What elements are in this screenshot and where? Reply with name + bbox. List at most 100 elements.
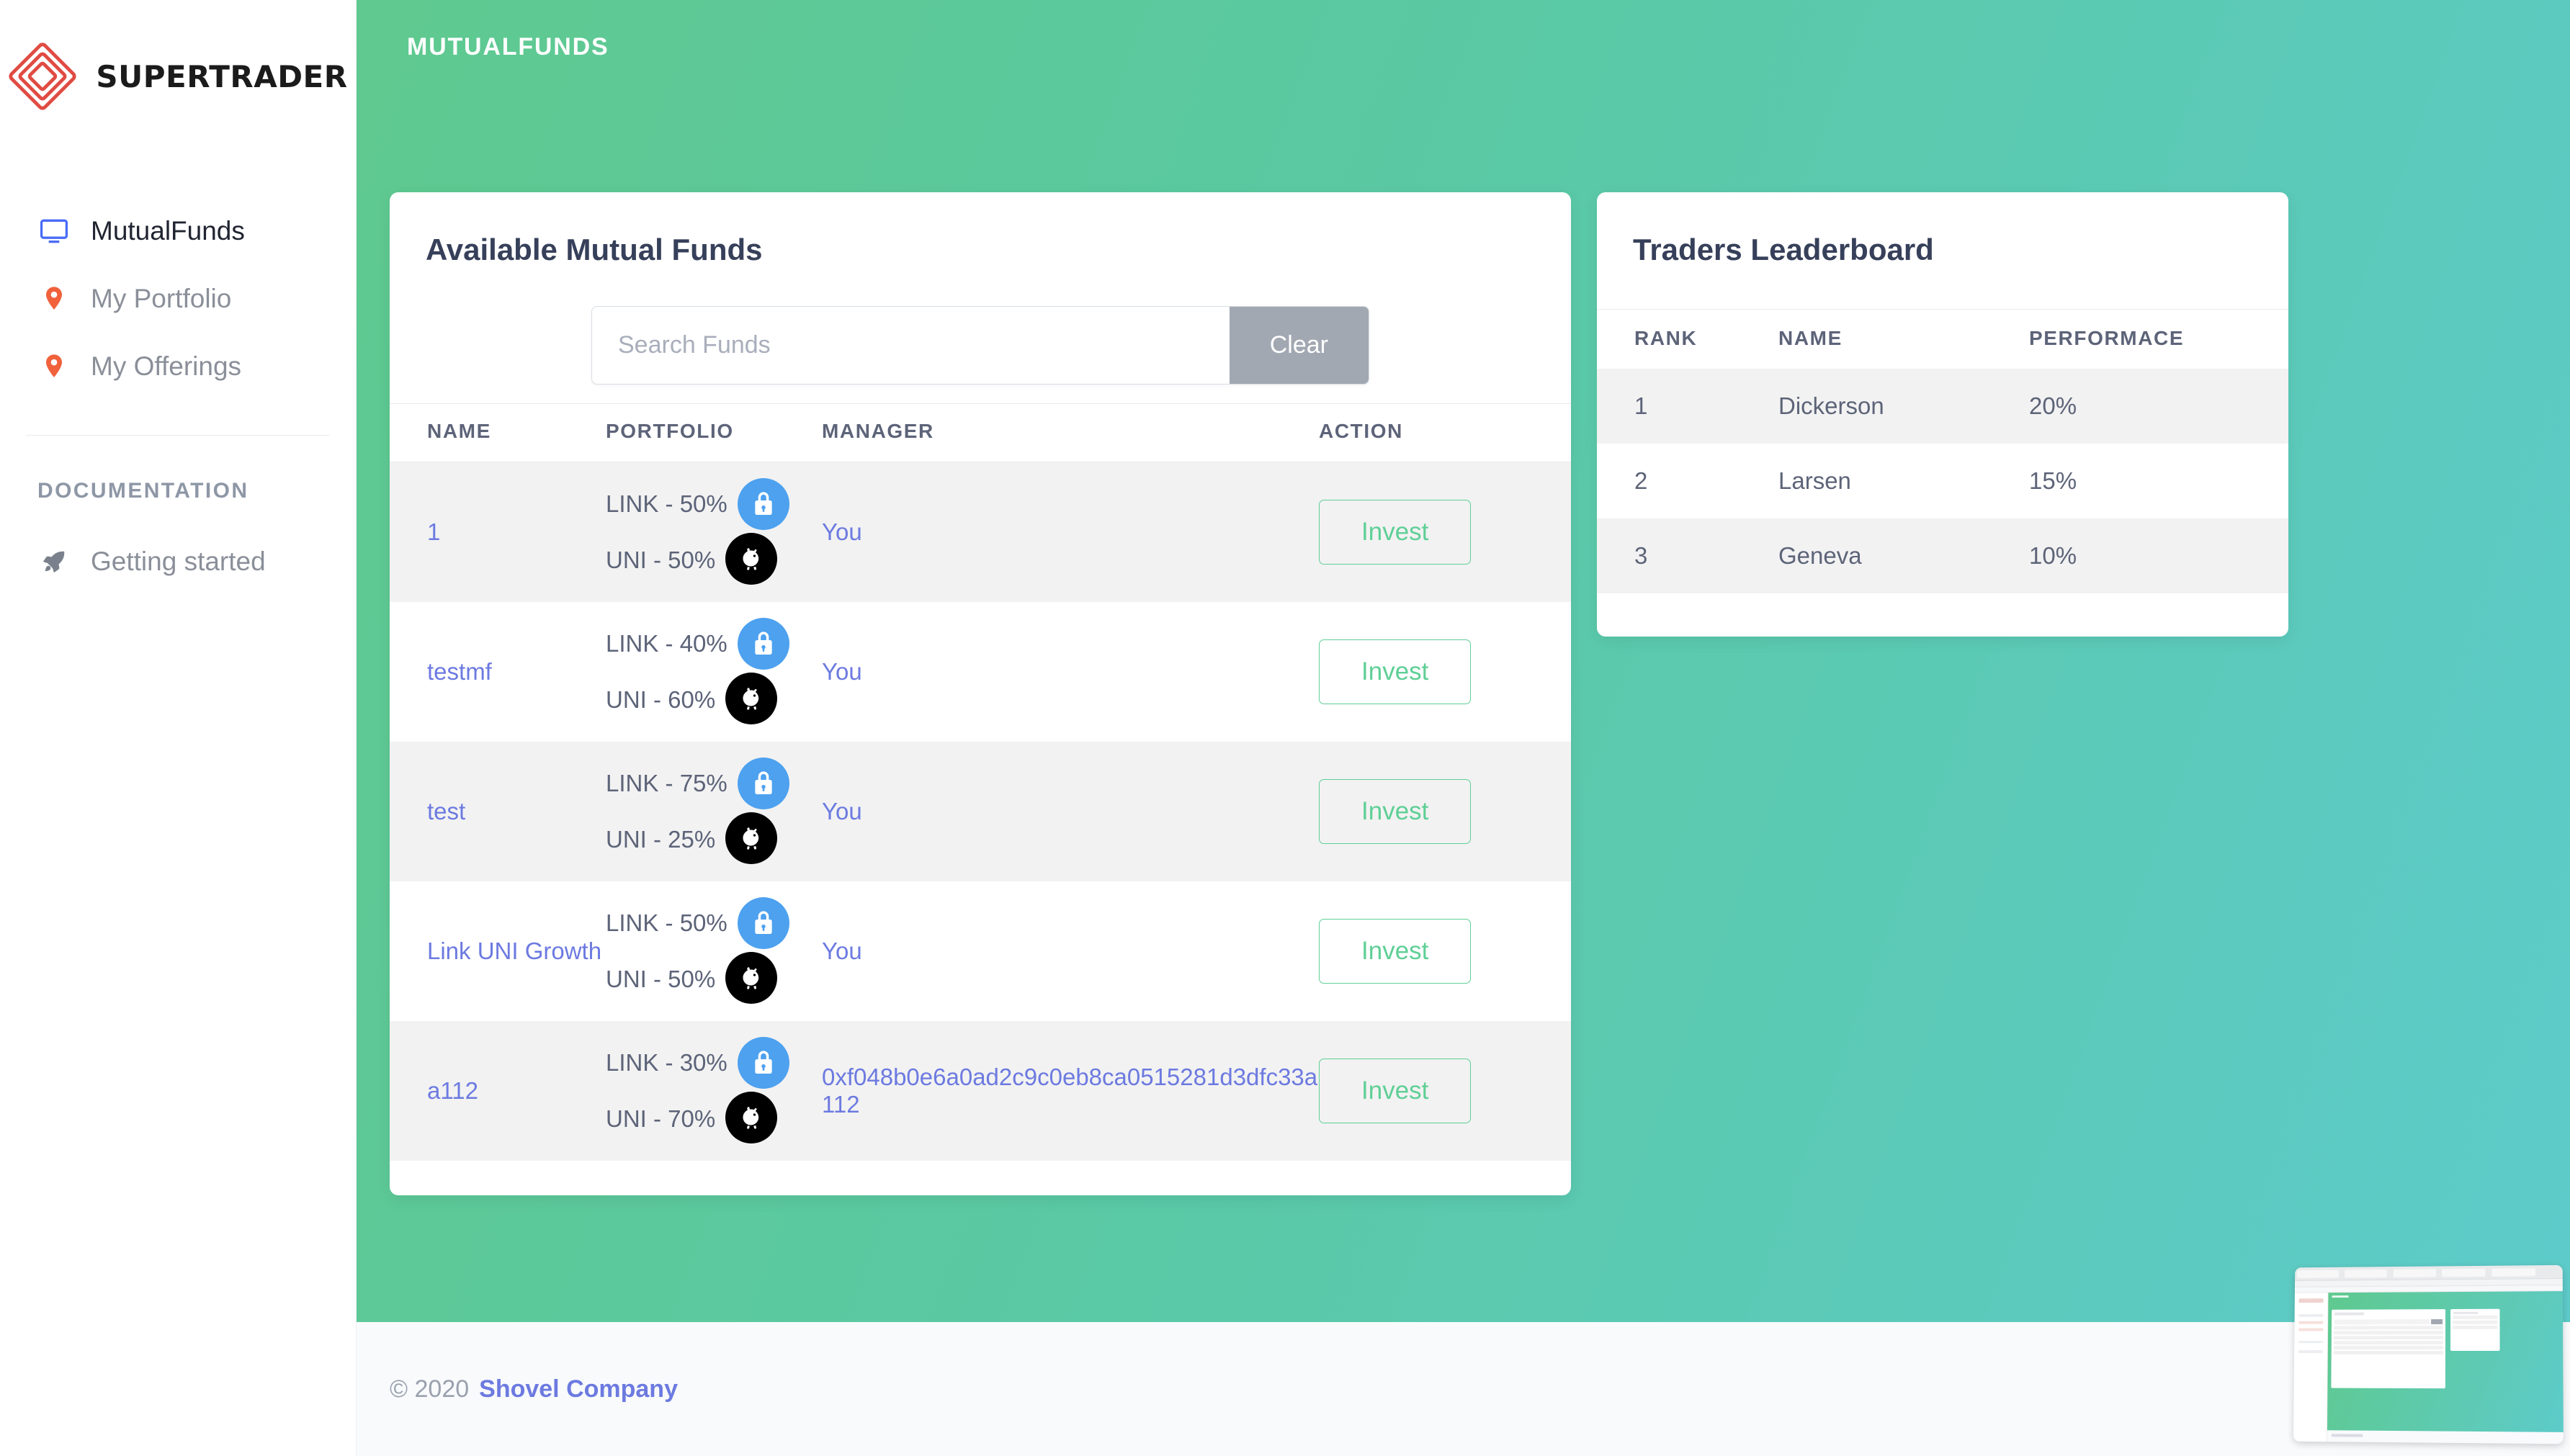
cell-performance: 20% — [2029, 369, 2288, 444]
allocation-link: LINK - 75% — [606, 755, 822, 812]
allocation-uni-text: UNI - 50% — [606, 546, 716, 573]
content-row: Available Mutual Funds Clear NAME PORTFO… — [357, 61, 2570, 1195]
cell-manager[interactable]: You — [822, 462, 1319, 602]
sidebar-item-label: My Portfolio — [91, 284, 232, 313]
cell-trader-name: Geneva — [1778, 518, 2029, 593]
cell-portfolio: LINK - 50% UNI - 50% — [606, 462, 822, 602]
main-area: MUTUALFUNDS Available Mutual Funds Clear — [357, 0, 2570, 1456]
table-row[interactable]: testmf LINK - 40% UNI - 60% You Invest — [390, 602, 1571, 742]
allocation-uni: UNI - 70% — [606, 1091, 822, 1147]
funds-header-row: NAME PORTFOLIO MANAGER ACTION — [390, 403, 1571, 462]
invest-button[interactable]: Invest — [1319, 918, 1472, 984]
cell-action: Invest — [1319, 1020, 1571, 1161]
allocation-uni-text: UNI - 70% — [606, 1105, 716, 1132]
fund-name-link[interactable]: Link UNI Growth — [390, 938, 601, 964]
cell-manager[interactable]: You — [822, 881, 1319, 1021]
monitor-icon — [37, 215, 71, 248]
link-token-icon — [737, 1036, 789, 1089]
cell-action: Invest — [1319, 602, 1571, 742]
company-link[interactable]: Shovel Company — [479, 1375, 678, 1403]
cell-name: testmf — [390, 602, 606, 742]
uni-token-icon — [725, 1091, 778, 1143]
cell-action: Invest — [1319, 741, 1571, 881]
sidebar-nav: MutualFunds My Portfolio My Offerings DO… — [0, 197, 356, 596]
sidebar: SUPERTRADER MutualFunds My Portfolio My … — [0, 0, 357, 1456]
cell-name: a112 — [390, 1020, 606, 1161]
cell-rank: 3 — [1597, 518, 1778, 593]
allocation-link-text: LINK - 50% — [606, 490, 727, 517]
allocation-uni: UNI - 50% — [606, 532, 822, 588]
funds-card-title: Available Mutual Funds — [426, 233, 763, 266]
copyright-text: © 2020 — [390, 1375, 470, 1403]
sidebar-item-mutualfunds[interactable]: MutualFunds — [0, 197, 356, 265]
uni-token-icon — [725, 951, 778, 1004]
map-pin-icon — [37, 282, 71, 315]
fund-name-link[interactable]: 1 — [390, 518, 440, 545]
uni-token-icon — [725, 812, 778, 864]
fund-name-link[interactable]: testmf — [390, 658, 492, 685]
cell-name: 1 — [390, 462, 606, 602]
allocation-uni-text: UNI - 50% — [606, 965, 716, 992]
link-token-icon — [737, 757, 789, 809]
cell-performance: 15% — [2029, 467, 2077, 494]
page-title: MUTUALFUNDS — [407, 33, 609, 60]
allocation-uni-text: UNI - 60% — [606, 686, 716, 713]
link-token-icon — [737, 896, 789, 949]
rocket-icon — [37, 545, 71, 578]
search-row: Clear — [390, 267, 1571, 385]
cell-manager[interactable]: 0xf048b0e6a0ad2c9c0eb8ca0515281d3dfc33a1… — [822, 1020, 1319, 1161]
leaderboard-header-row: RANK NAME PERFORMACE — [1597, 309, 2288, 369]
leaderboard-table-head: RANK NAME PERFORMACE — [1597, 309, 2288, 369]
table-row[interactable]: 1 LINK - 50% UNI - 50% You Invest — [390, 462, 1571, 602]
funds-table: NAME PORTFOLIO MANAGER ACTION 1 LINK - 5… — [390, 403, 1571, 1161]
invest-button[interactable]: Invest — [1319, 499, 1472, 565]
map-pin-icon — [37, 350, 71, 383]
column-header-rank: RANK — [1597, 309, 1778, 369]
table-row[interactable]: test LINK - 75% UNI - 25% You Invest — [390, 741, 1571, 881]
funds-table-body: 1 LINK - 50% UNI - 50% You Invest testmf… — [390, 462, 1571, 1161]
cell-trader-name: Dickerson — [1778, 369, 2029, 444]
cell-manager[interactable]: You — [822, 741, 1319, 881]
leaderboard-card-title: Traders Leaderboard — [1633, 233, 1934, 266]
allocation-link: LINK - 40% — [606, 616, 822, 672]
cell-performance: 10% — [2029, 518, 2288, 593]
allocation-uni: UNI - 25% — [606, 812, 822, 868]
search-input[interactable] — [592, 307, 1230, 384]
diamond-logo-icon — [8, 42, 77, 111]
leaderboard-table: RANK NAME PERFORMACE 1 Dickerson 20% 2 L… — [1597, 309, 2288, 593]
cell-portfolio: LINK - 75% UNI - 25% — [606, 741, 822, 881]
sidebar-item-my-portfolio[interactable]: My Portfolio — [0, 265, 356, 333]
invest-button[interactable]: Invest — [1319, 778, 1472, 844]
hero-section: MUTUALFUNDS Available Mutual Funds Clear — [357, 0, 2570, 1322]
leaderboard-table-body: 1 Dickerson 20% 2 Larsen 15% 3 Geneva 10… — [1597, 369, 2288, 593]
sidebar-item-getting-started[interactable]: Getting started — [0, 528, 356, 596]
funds-table-head: NAME PORTFOLIO MANAGER ACTION — [390, 403, 1571, 462]
available-mutual-funds-card: Available Mutual Funds Clear NAME PORTFO… — [390, 192, 1571, 1195]
table-row: 2 Larsen 15% — [1597, 444, 2288, 518]
brand-name: SUPERTRADER — [96, 58, 348, 94]
allocation-link-text: LINK - 30% — [606, 1048, 727, 1076]
cell-portfolio: LINK - 50% UNI - 50% — [606, 881, 822, 1021]
invest-button[interactable]: Invest — [1319, 639, 1472, 704]
sidebar-item-my-offerings[interactable]: My Offerings — [0, 333, 356, 400]
sidebar-item-label: MutualFunds — [91, 216, 245, 246]
cell-name: test — [390, 741, 606, 881]
fund-name-link[interactable]: test — [390, 798, 465, 824]
cell-manager[interactable]: You — [822, 602, 1319, 742]
cell-portfolio: LINK - 30% UNI - 70% — [606, 1020, 822, 1161]
sidebar-item-label: Getting started — [91, 547, 266, 576]
allocation-link: LINK - 30% — [606, 1035, 822, 1091]
table-row[interactable]: a112 LINK - 30% UNI - 70% 0xf048b0e6a0ad… — [390, 1020, 1571, 1161]
cell-name: Link UNI Growth — [390, 881, 606, 1021]
table-row[interactable]: Link UNI Growth LINK - 50% UNI - 50% You… — [390, 881, 1571, 1021]
table-row: 1 Dickerson 20% — [1597, 369, 2288, 444]
traders-leaderboard-card: Traders Leaderboard RANK NAME PERFORMACE — [1597, 192, 2288, 637]
cell-rank: 2 — [1634, 467, 1648, 494]
allocation-uni: UNI - 60% — [606, 672, 822, 728]
allocation-link-text: LINK - 75% — [606, 769, 727, 796]
cell-action: Invest — [1319, 462, 1571, 602]
clear-button[interactable]: Clear — [1229, 307, 1369, 384]
brand[interactable]: SUPERTRADER — [0, 35, 356, 118]
fund-name-link[interactable]: a112 — [390, 1077, 478, 1104]
invest-button[interactable]: Invest — [1319, 1058, 1472, 1123]
